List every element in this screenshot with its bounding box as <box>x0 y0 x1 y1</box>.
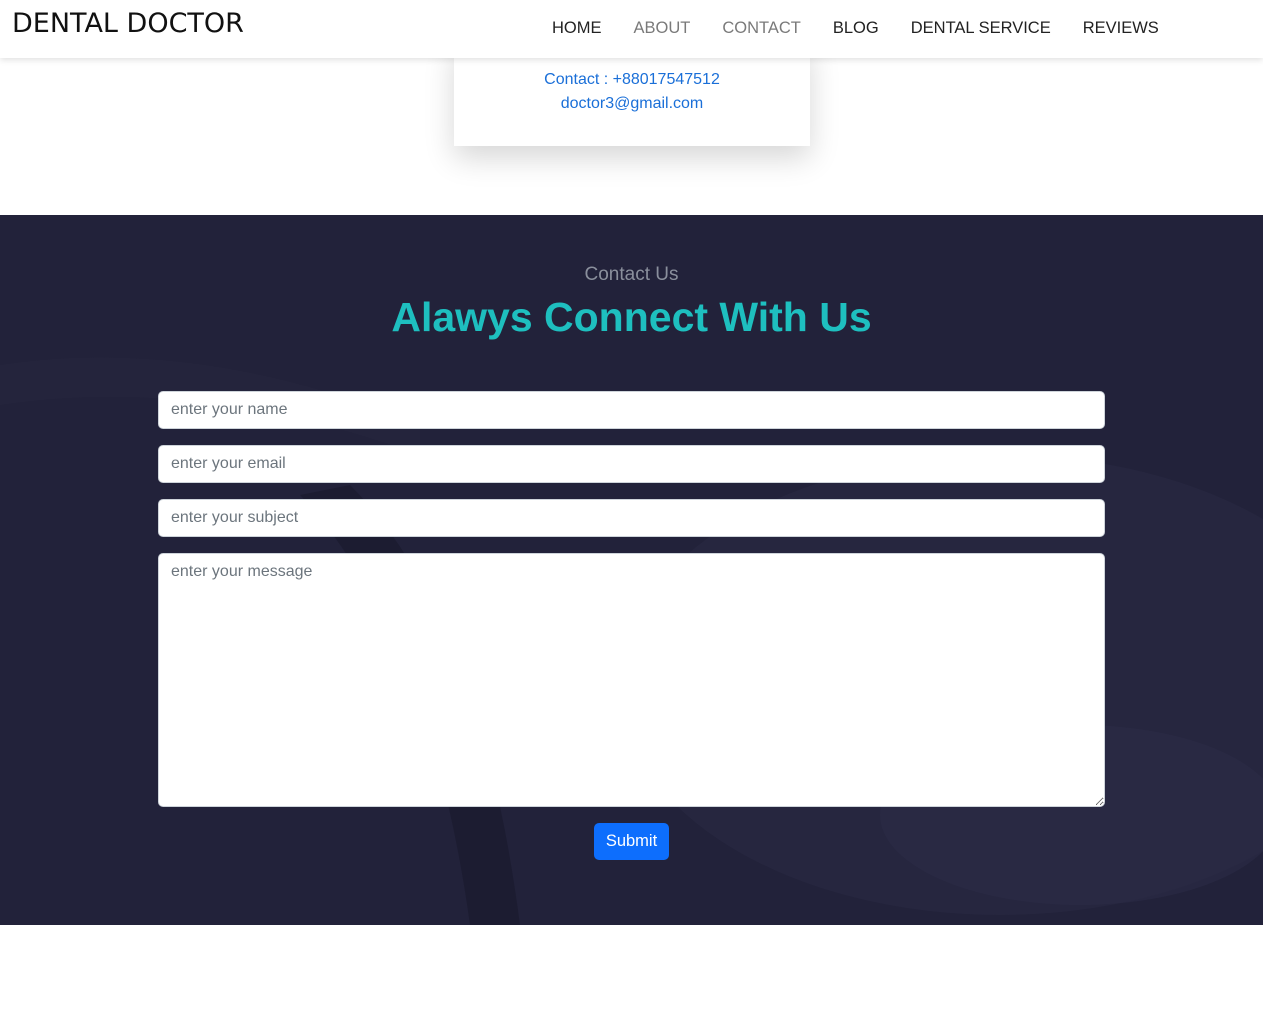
nav-link-contact[interactable]: CONTACT <box>706 19 817 38</box>
contact-section: Contact Us Alawys Connect With Us Submit <box>0 215 1263 925</box>
nav-link-about[interactable]: ABOUT <box>618 19 707 38</box>
doctor-email[interactable]: doctor3@gmail.com <box>454 92 810 116</box>
email-input[interactable] <box>158 445 1105 483</box>
section-title: Alawys Connect With Us <box>391 294 872 340</box>
nav-link-blog[interactable]: BLOG <box>817 19 895 38</box>
nav-link-dental-service[interactable]: DENTAL SERVICE <box>895 19 1067 38</box>
nav-link-reviews[interactable]: REVIEWS <box>1067 19 1175 38</box>
nav-link-home[interactable]: HOME <box>536 19 618 38</box>
top-navbar: DENTAL DOCTOR HOME ABOUT CONTACT BLOG DE… <box>0 0 1263 58</box>
section-subtitle: Contact Us <box>584 264 679 285</box>
brand-logo[interactable]: DENTAL DOCTOR <box>12 8 244 39</box>
doctor-phone[interactable]: Contact : +88017547512 <box>454 68 810 92</box>
submit-button[interactable]: Submit <box>594 823 669 860</box>
name-input[interactable] <box>158 391 1105 429</box>
message-textarea[interactable] <box>158 553 1105 807</box>
nav-menu: HOME ABOUT CONTACT BLOG DENTAL SERVICE R… <box>536 19 1175 38</box>
subject-input[interactable] <box>158 499 1105 537</box>
